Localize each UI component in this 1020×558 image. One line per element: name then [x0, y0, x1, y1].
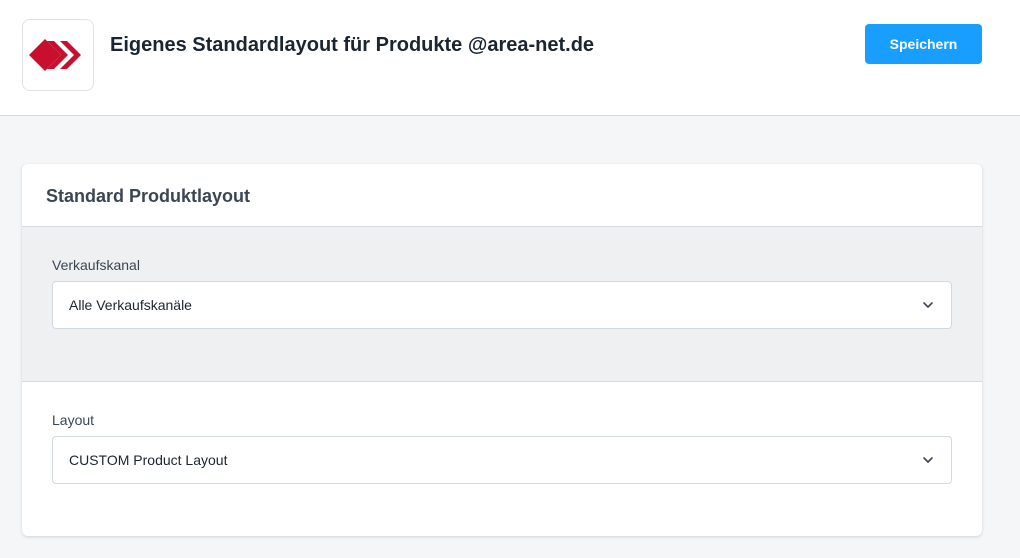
sales-channel-label: Verkaufskanal: [52, 257, 140, 273]
app-logo: [22, 19, 94, 91]
card-header: Standard Produktlayout: [22, 164, 982, 227]
page-title: Eigenes Standardlayout für Produkte @are…: [110, 34, 595, 56]
layout-select[interactable]: CUSTOM Product Layout: [52, 436, 952, 484]
app-header: Eigenes Standardlayout für Produkte @are…: [0, 0, 1020, 116]
sales-channel-section: Verkaufskanal Alle Verkaufskanäle: [22, 227, 982, 382]
chevron-down-icon: [921, 298, 935, 312]
standard-layout-card: Standard Produktlayout Verkaufskanal All…: [22, 164, 982, 536]
card-title: Standard Produktlayout: [46, 186, 251, 206]
area-net-logo-icon: [29, 39, 81, 71]
save-button[interactable]: Speichern: [865, 24, 982, 64]
layout-section: Layout CUSTOM Product Layout: [22, 382, 982, 484]
layout-label: Layout: [52, 412, 95, 428]
sales-channel-select[interactable]: Alle Verkaufskanäle: [52, 281, 952, 329]
layout-value: CUSTOM Product Layout: [69, 452, 228, 468]
sales-channel-value: Alle Verkaufskanäle: [69, 297, 192, 313]
chevron-down-icon: [921, 453, 935, 467]
